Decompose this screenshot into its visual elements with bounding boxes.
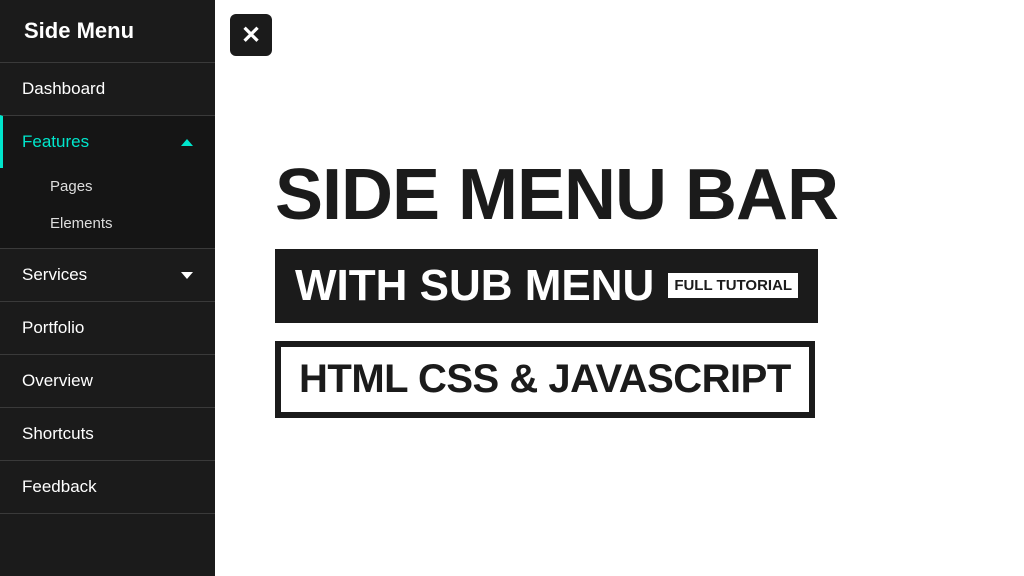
sidebar-item-services[interactable]: Services [0, 248, 215, 301]
sidebar-item-portfolio[interactable]: Portfolio [0, 301, 215, 354]
subhead-row: WITH SUB MENU FULL TUTORIAL [275, 249, 818, 323]
close-icon: ✕ [241, 21, 261, 50]
menu-label: Services [22, 265, 87, 285]
main-content: SIDE MENU BAR WITH SUB MENU FULL TUTORIA… [215, 0, 1024, 576]
submenu-item-elements[interactable]: Elements [0, 205, 215, 248]
caret-down-icon [181, 272, 193, 279]
menu-label: Portfolio [22, 318, 84, 338]
sidebar-item-feedback[interactable]: Feedback [0, 460, 215, 514]
tech-bar: HTML CSS & JAVASCRIPT [275, 341, 815, 418]
submenu-item-pages[interactable]: Pages [0, 168, 215, 205]
menu-label: Overview [22, 371, 93, 391]
headline-text: SIDE MENU BAR [275, 159, 838, 231]
sidebar-item-overview[interactable]: Overview [0, 354, 215, 407]
sidebar-item-dashboard[interactable]: Dashboard [0, 62, 215, 115]
tutorial-badge: FULL TUTORIAL [668, 273, 798, 298]
submenu-features: Pages Elements [0, 168, 215, 248]
menu-label: Shortcuts [22, 424, 94, 444]
subhead-text: WITH SUB MENU [295, 261, 654, 311]
sidebar-item-shortcuts[interactable]: Shortcuts [0, 407, 215, 460]
menu-label: Feedback [22, 477, 97, 497]
menu-label: Features [22, 132, 89, 152]
sidebar-title: Side Menu [0, 0, 215, 62]
caret-up-icon [181, 139, 193, 146]
close-sidebar-button[interactable]: ✕ [230, 14, 272, 56]
menu-label: Dashboard [22, 79, 105, 99]
subhead-bar: WITH SUB MENU FULL TUTORIAL [275, 249, 818, 323]
sidebar-item-features[interactable]: Features [0, 115, 215, 168]
sidebar: Side Menu Dashboard Features Pages Eleme… [0, 0, 215, 576]
